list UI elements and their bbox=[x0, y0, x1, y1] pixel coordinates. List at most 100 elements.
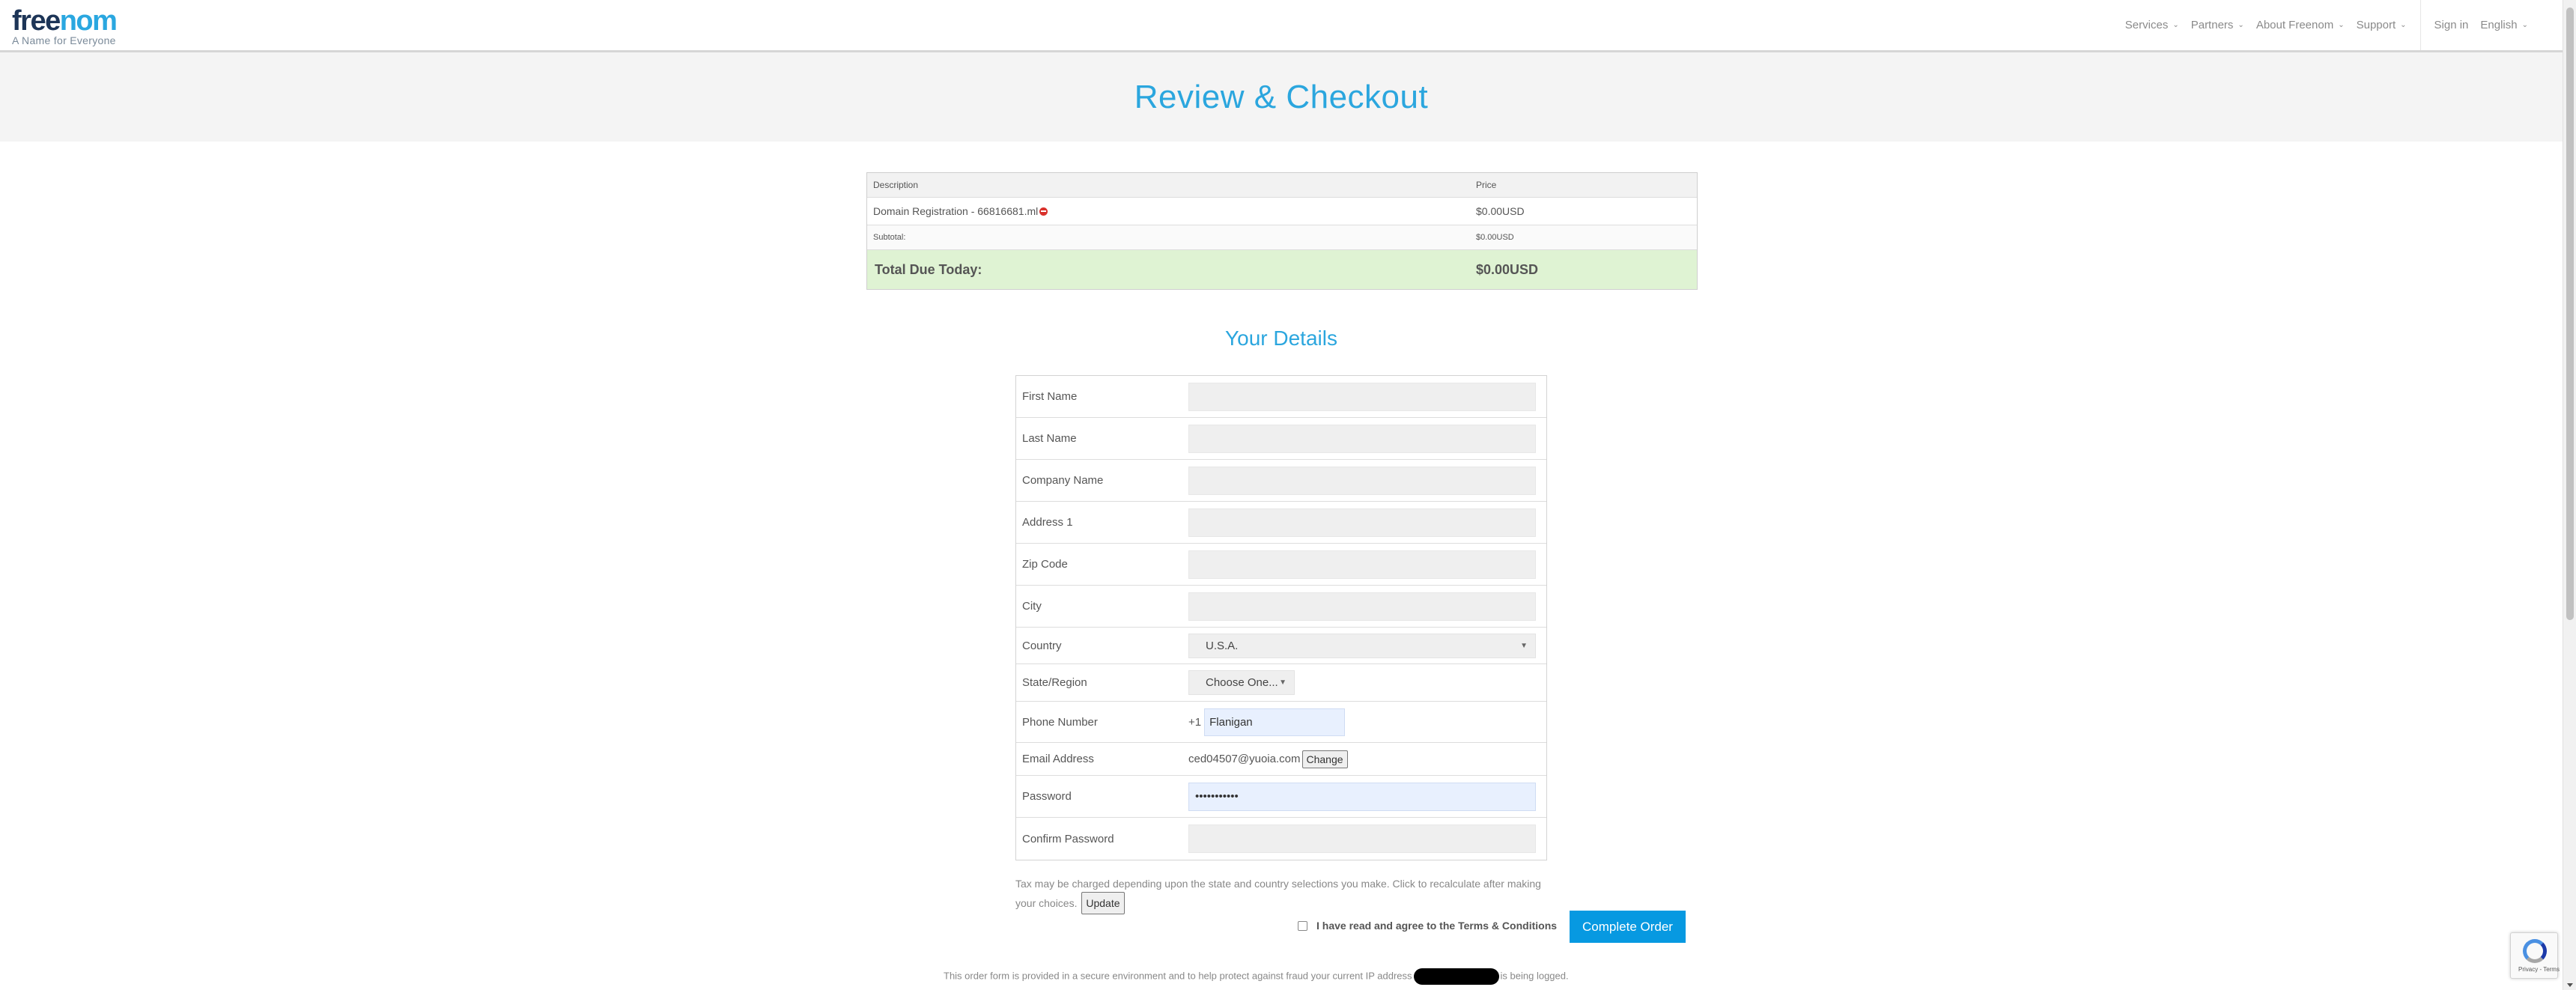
item-description: Domain Registration - 66816681.ml bbox=[873, 205, 1039, 217]
tax-note: Tax may be charged depending upon the st… bbox=[1015, 875, 1547, 914]
nav-about[interactable]: About Freenom ⌄ bbox=[2256, 19, 2345, 31]
top-navigation-bar: freenom A Name for Everyone Services ⌄ Pa… bbox=[0, 0, 2563, 52]
subtotal-value: $0.00USD bbox=[1476, 233, 1514, 242]
last-name-row: Last Name bbox=[1016, 418, 1546, 460]
security-footnote: This order form is provided in a secure … bbox=[944, 968, 1842, 985]
freenom-logo[interactable]: freenom A Name for Everyone bbox=[12, 5, 118, 46]
total-row: Total Due Today: $0.00USD bbox=[867, 250, 1697, 289]
confirm-password-row: Confirm Password bbox=[1016, 818, 1546, 860]
chevron-down-icon: ⌄ bbox=[2238, 21, 2244, 29]
email-value: ced04507@yuoia.com bbox=[1188, 753, 1301, 765]
address-input[interactable] bbox=[1188, 508, 1536, 537]
scrollbar-thumb[interactable] bbox=[2566, 7, 2574, 620]
country-value: U.S.A. bbox=[1206, 639, 1239, 652]
address-row: Address 1 bbox=[1016, 502, 1546, 544]
city-row: City bbox=[1016, 586, 1546, 628]
page-title: Review & Checkout bbox=[1134, 78, 1429, 115]
recaptcha-badge[interactable]: Privacy - Terms bbox=[2510, 932, 2560, 979]
page-header-band: Review & Checkout bbox=[0, 52, 2563, 142]
total-value: $0.00USD bbox=[1476, 261, 1539, 277]
subtotal-row: Subtotal: $0.00USD bbox=[867, 225, 1697, 250]
remove-item-icon[interactable] bbox=[1039, 207, 1048, 216]
zip-input[interactable] bbox=[1188, 550, 1536, 579]
scroll-down-arrow-icon[interactable] bbox=[2567, 983, 2573, 987]
agree-text: I have read and agree to the bbox=[1316, 920, 1459, 932]
state-value: Choose One... bbox=[1206, 676, 1278, 689]
phone-input-value: Flanigan bbox=[1209, 715, 1253, 729]
state-select[interactable]: Choose One... ▼ bbox=[1188, 670, 1295, 695]
nav-support[interactable]: Support ⌄ bbox=[2357, 19, 2407, 31]
password-label: Password bbox=[1022, 790, 1072, 803]
last-name-label: Last Name bbox=[1022, 432, 1077, 445]
language-label: English bbox=[2480, 19, 2518, 31]
city-input[interactable] bbox=[1188, 592, 1536, 621]
sign-in-link[interactable]: Sign in bbox=[2434, 19, 2469, 31]
address-label: Address 1 bbox=[1022, 516, 1073, 529]
chevron-down-icon: ⌄ bbox=[2400, 21, 2407, 29]
nav-divider bbox=[2419, 0, 2421, 50]
logo-text-free: free bbox=[12, 5, 61, 37]
first-name-row: First Name bbox=[1016, 376, 1546, 418]
phone-label: Phone Number bbox=[1022, 715, 1098, 729]
nav-partners-label: Partners bbox=[2190, 19, 2234, 31]
chevron-down-icon: ▼ bbox=[1279, 678, 1287, 687]
terms-agreement: I have read and agree to the Terms & Con… bbox=[1298, 920, 1557, 932]
nav-partners[interactable]: Partners ⌄ bbox=[2191, 19, 2244, 31]
nav-about-label: About Freenom bbox=[2255, 19, 2334, 31]
logo-wordmark: freenom bbox=[12, 5, 118, 37]
table-header-row: Description Price bbox=[867, 173, 1697, 198]
confirm-password-label: Confirm Password bbox=[1022, 832, 1114, 845]
logo-tagline: A Name for Everyone bbox=[12, 34, 116, 46]
subtotal-label: Subtotal: bbox=[873, 233, 906, 242]
update-button[interactable]: Update bbox=[1081, 892, 1125, 914]
page-scrollbar[interactable] bbox=[2563, 0, 2576, 990]
nav-services[interactable]: Services ⌄ bbox=[2125, 19, 2179, 31]
phone-row: Phone Number +1 Flanigan bbox=[1016, 702, 1546, 743]
chevron-down-icon: ⌄ bbox=[2521, 21, 2528, 29]
col-price-header: Price bbox=[1476, 180, 1497, 190]
chevron-down-icon: ⌄ bbox=[2172, 21, 2179, 29]
order-summary-table: Description Price Domain Registration - … bbox=[866, 172, 1698, 290]
country-row: Country U.S.A. ▼ bbox=[1016, 628, 1546, 664]
main-nav: Services ⌄ Partners ⌄ About Freenom ⌄ Suppo… bbox=[2125, 0, 2563, 50]
state-label: State/Region bbox=[1022, 676, 1087, 689]
total-label: Total Due Today: bbox=[875, 261, 982, 277]
first-name-label: First Name bbox=[1022, 390, 1078, 403]
chevron-down-icon: ▼ bbox=[1520, 641, 1528, 650]
nav-services-label: Services bbox=[2124, 19, 2169, 31]
nav-support-label: Support bbox=[2356, 19, 2396, 31]
country-select[interactable]: U.S.A. ▼ bbox=[1188, 633, 1536, 658]
first-name-input[interactable] bbox=[1188, 382, 1536, 411]
zip-row: Zip Code bbox=[1016, 544, 1546, 586]
sign-in-label: Sign in bbox=[2434, 19, 2469, 31]
change-email-button[interactable]: Change bbox=[1301, 750, 1348, 768]
language-selector[interactable]: English ⌄ bbox=[2480, 19, 2528, 31]
logo-text-nom: nom bbox=[59, 5, 118, 37]
table-row: Domain Registration - 66816681.ml $0.00U… bbox=[867, 198, 1697, 225]
phone-input[interactable]: Flanigan bbox=[1204, 708, 1346, 736]
phone-country-code: +1 bbox=[1188, 715, 1202, 729]
state-row: State/Region Choose One... ▼ bbox=[1016, 664, 1546, 702]
chevron-down-icon: ⌄ bbox=[2338, 21, 2345, 29]
recaptcha-icon bbox=[2523, 939, 2547, 963]
password-input[interactable]: ••••••••••• bbox=[1188, 782, 1536, 811]
confirm-password-input[interactable] bbox=[1188, 825, 1536, 853]
redacted-ip bbox=[1413, 968, 1499, 985]
company-input[interactable] bbox=[1188, 466, 1536, 495]
password-row: Password ••••••••••• bbox=[1016, 776, 1546, 818]
terms-checkbox[interactable] bbox=[1298, 920, 1307, 931]
zip-label: Zip Code bbox=[1022, 558, 1068, 571]
company-row: Company Name bbox=[1016, 460, 1546, 502]
country-label: Country bbox=[1022, 639, 1062, 652]
password-input-value: ••••••••••• bbox=[1195, 790, 1239, 803]
email-row: Email Address ced04507@yuoia.com Change bbox=[1016, 743, 1546, 776]
last-name-input[interactable] bbox=[1188, 424, 1536, 453]
complete-order-button[interactable]: Complete Order bbox=[1570, 911, 1686, 943]
email-label: Email Address bbox=[1022, 753, 1094, 765]
footnote-text-before: This order form is provided in a secure … bbox=[944, 970, 1412, 982]
col-description-header: Description bbox=[873, 180, 919, 190]
company-label: Company Name bbox=[1022, 474, 1104, 487]
terms-link[interactable]: Terms & Conditions bbox=[1458, 920, 1557, 932]
footnote-text-after: is being logged. bbox=[1500, 970, 1569, 982]
details-title: Your Details bbox=[1225, 327, 1337, 350]
